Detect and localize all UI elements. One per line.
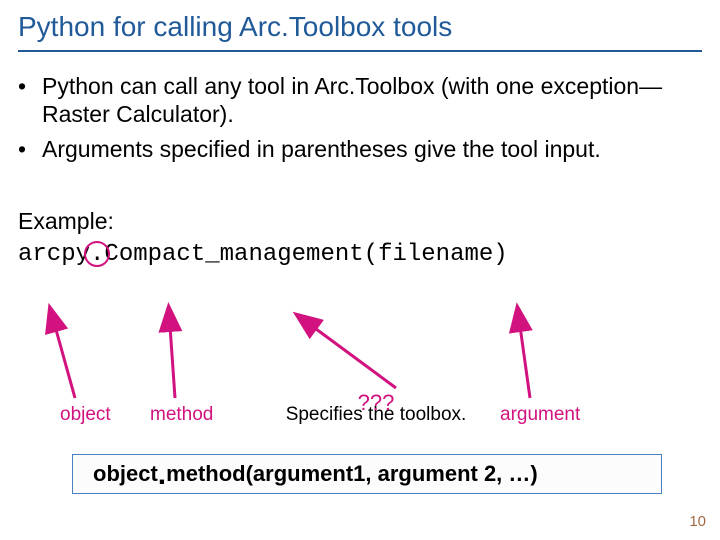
page-number: 10 [689,513,706,530]
label-questions: ??? [358,390,395,416]
slide: Python for calling Arc.Toolbox tools • P… [0,0,720,540]
syntax-box: object.method(argument1, argument 2, …) [72,454,662,494]
label-method: method [150,404,213,426]
syntax-object: object [93,461,158,486]
bullet-marker: • [18,135,42,164]
bullet-text: Arguments specified in parentheses give … [42,135,702,164]
code-object: arcpy [18,241,90,268]
syntax-dot: . [158,458,166,491]
bullet-list: • Python can call any tool in Arc.Toolbo… [18,72,702,164]
bullet-item: • Arguments specified in parentheses giv… [18,135,702,164]
code-dot-circled: . [90,241,104,268]
syntax-method: method(argument1, argument 2, …) [166,461,538,486]
code-method-call: Compact_management(filename) [104,241,507,268]
code-example: arcpy.Compact_management(filename) [18,241,702,268]
label-specifies-wrap: ??? Specifies the toolbox. [276,404,476,426]
title-underline [18,50,702,52]
label-argument: argument [500,404,580,426]
bullet-text: Python can call any tool in Arc.Toolbox … [42,72,702,130]
bullet-marker: • [18,72,42,130]
syntax-text: object.method(argument1, argument 2, …) [93,461,538,487]
bullet-item: • Python can call any tool in Arc.Toolbo… [18,72,702,130]
label-object: object [60,404,111,426]
example-label: Example: [18,208,702,235]
page-title: Python for calling Arc.Toolbox tools [18,0,702,44]
